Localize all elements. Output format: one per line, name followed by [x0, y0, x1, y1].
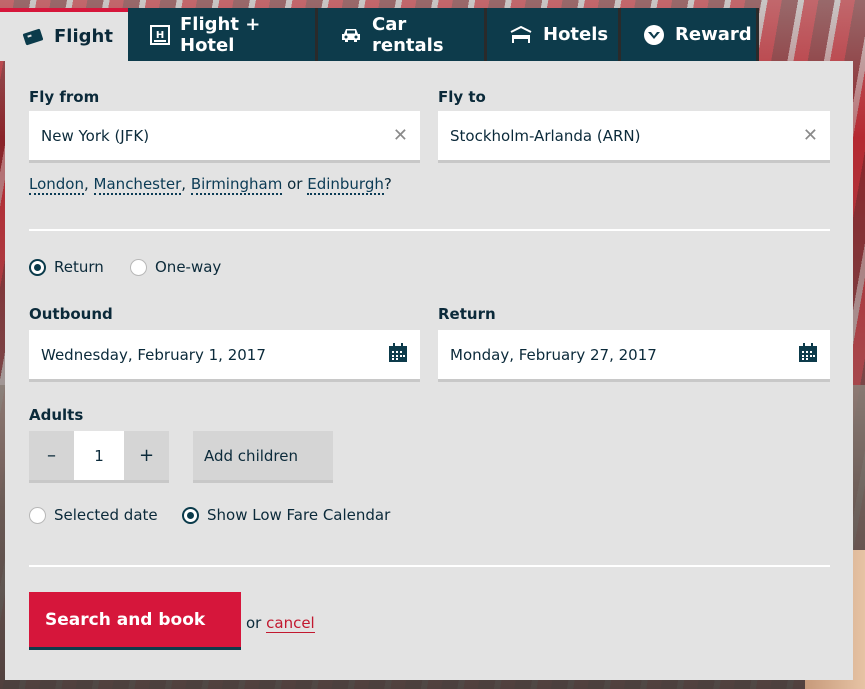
- outbound-date-value: Wednesday, February 1, 2017: [41, 345, 266, 364]
- tab-flight-hotel[interactable]: H Flight + Hotel: [128, 8, 318, 61]
- radio-dot-selected[interactable]: [182, 506, 199, 524]
- suggestion-manchester[interactable]: Manchester: [93, 175, 182, 195]
- tab-flight-label: Flight: [54, 26, 113, 47]
- clear-icon[interactable]: ✕: [803, 126, 818, 145]
- svg-text:H: H: [156, 30, 164, 41]
- adults-stepper: – 1 +: [29, 431, 169, 483]
- fly-to-value: Stockholm-Arlanda (ARN): [450, 126, 641, 145]
- suggestion-london[interactable]: London: [29, 175, 84, 195]
- destination-suggestions: London, Manchester, Birmingham or Edinbu…: [29, 175, 392, 195]
- calendar-icon[interactable]: [798, 342, 818, 367]
- ticket-icon: [22, 27, 44, 47]
- fly-to-input[interactable]: Stockholm-Arlanda (ARN) ✕: [438, 111, 830, 163]
- return-date-value: Monday, February 27, 2017: [450, 345, 657, 364]
- tab-hotels[interactable]: Hotels: [487, 8, 621, 61]
- outbound-date-input[interactable]: Wednesday, February 1, 2017: [29, 330, 420, 382]
- radio-dot[interactable]: [29, 506, 46, 524]
- increment-button[interactable]: +: [124, 431, 169, 480]
- clear-icon[interactable]: ✕: [393, 126, 408, 145]
- tab-car-rentals-label: Car rentals: [372, 13, 444, 56]
- divider: [29, 229, 830, 231]
- tab-car-rentals[interactable]: Car rentals: [318, 8, 487, 61]
- tab-reward[interactable]: Reward: [621, 8, 759, 61]
- add-children-button[interactable]: Add children: [193, 431, 333, 483]
- outbound-label: Outbound: [29, 305, 113, 323]
- suggestion-birmingham[interactable]: Birmingham: [190, 175, 283, 195]
- fly-from-label: Fly from: [29, 88, 100, 106]
- search-and-book-button[interactable]: Search and book: [29, 592, 241, 650]
- tab-flight[interactable]: Flight: [0, 8, 128, 61]
- booking-tabs: Flight H Flight + Hotel Car rentals Hote…: [0, 8, 759, 61]
- car-icon: [340, 26, 362, 44]
- decrement-button[interactable]: –: [29, 431, 74, 480]
- fly-from-input[interactable]: New York (JFK) ✕: [29, 111, 420, 163]
- suggestion-edinburgh[interactable]: Edinburgh: [307, 175, 384, 195]
- fly-to-label: Fly to: [438, 88, 486, 106]
- radio-return[interactable]: Return: [29, 258, 104, 276]
- radio-one-way[interactable]: One-way: [130, 258, 221, 276]
- calendar-icon[interactable]: [388, 342, 408, 367]
- divider: [29, 565, 830, 567]
- radio-selected-date[interactable]: Selected date: [29, 506, 158, 524]
- tab-reward-label: Reward: [675, 24, 752, 45]
- tab-flight-hotel-label: Flight + Hotel: [180, 13, 261, 56]
- flight-search-form: Fly from New York (JFK) ✕ Fly to Stockho…: [5, 61, 853, 680]
- return-date-input[interactable]: Monday, February 27, 2017: [438, 330, 830, 382]
- tab-hotels-label: Hotels: [543, 24, 609, 45]
- radio-dot-selected[interactable]: [29, 258, 46, 276]
- reward-badge-icon: [643, 24, 665, 46]
- adults-count[interactable]: 1: [74, 431, 124, 480]
- bed-icon: [509, 25, 533, 44]
- fly-from-value: New York (JFK): [41, 126, 150, 145]
- or-cancel: or cancel: [246, 614, 315, 633]
- radio-low-fare-calendar[interactable]: Show Low Fare Calendar: [182, 506, 390, 524]
- hotel-h-icon: H: [150, 24, 170, 45]
- adults-label: Adults: [29, 406, 84, 424]
- return-label: Return: [438, 305, 496, 323]
- radio-dot[interactable]: [130, 258, 147, 276]
- cancel-link[interactable]: cancel: [266, 614, 315, 633]
